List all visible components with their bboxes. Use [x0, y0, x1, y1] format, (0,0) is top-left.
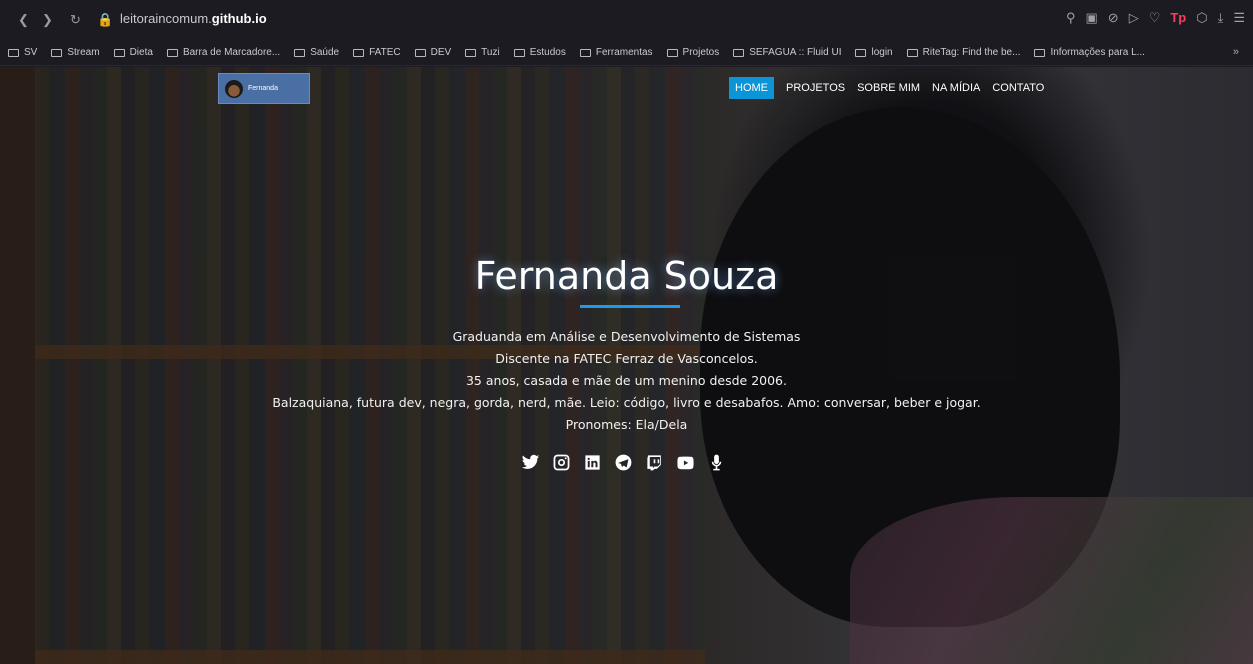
bio-text: Graduanda em Análise e Desenvolvimento d…	[0, 326, 1253, 436]
bookmark-label: Ferramentas	[595, 47, 653, 58]
bio-line: Pronomes: Ela/Dela	[565, 417, 688, 432]
bookmark-item[interactable]: Tuzi	[465, 47, 500, 58]
forward-icon[interactable]: ❯	[42, 12, 53, 28]
folder-icon	[513, 48, 525, 57]
instagram-icon[interactable]	[551, 452, 571, 472]
bookmarks-bar: SV Stream Dieta Barra de Marcadore... Saúde F…	[0, 40, 1253, 66]
folder-icon	[906, 48, 918, 57]
main-nav: HOME PROJETOS SOBRE MIM NA MÍDIA CONTATO	[729, 77, 1044, 99]
folder-icon	[414, 48, 426, 57]
bio-line: Graduanda em Análise e Desenvolvimento d…	[452, 329, 801, 344]
nav-link-contato[interactable]: CONTATO	[992, 78, 1044, 98]
block-icon[interactable]: ⊘	[1108, 10, 1119, 26]
folder-icon	[113, 48, 125, 57]
url-prefix: leitoraincomum.	[120, 11, 212, 26]
reload-icon[interactable]: ↻	[70, 12, 81, 28]
bookmark-label: DEV	[430, 47, 452, 58]
bookmark-label: Barra de Marcadore...	[182, 47, 281, 58]
nav-link-na-mídia[interactable]: NA MÍDIA	[932, 78, 980, 98]
bookmark-item[interactable]: login	[855, 47, 893, 58]
bookmark-item[interactable]: Barra de Marcadore...	[166, 47, 281, 58]
bookmark-item[interactable]: Saúde	[294, 47, 339, 58]
folder-icon	[51, 48, 63, 57]
twitter-icon[interactable]	[520, 452, 540, 472]
heart-icon[interactable]: ♡	[1149, 10, 1161, 26]
bookmark-label: Saúde	[310, 47, 340, 58]
folder-icon	[8, 48, 19, 57]
bookmark-item[interactable]: Dieta	[113, 47, 153, 58]
nav-link-home[interactable]: HOME	[729, 77, 774, 99]
bookmark-label: login	[871, 47, 893, 58]
send-icon[interactable]: ▷	[1129, 10, 1139, 26]
podcast-icon[interactable]	[706, 452, 726, 472]
twitch-icon[interactable]	[644, 452, 664, 472]
screenshot-icon[interactable]: ▣	[1085, 10, 1097, 26]
webpage: Fernanda HOME PROJETOS SOBRE MIM NA MÍDIA CO…	[0, 67, 1253, 664]
youtube-icon[interactable]	[675, 452, 695, 472]
avatar	[225, 79, 243, 98]
bookmark-label: FATEC	[369, 47, 401, 58]
bookmark-label: SV	[24, 47, 38, 58]
bio-line: Discente na FATEC Ferraz de Vasconcelos.	[495, 351, 758, 366]
bookmark-label: SEFAGUA :: Fluid UI	[749, 47, 842, 58]
folder-icon	[294, 48, 306, 57]
telegram-icon[interactable]	[613, 452, 633, 472]
social-links	[520, 452, 726, 472]
site-logo[interactable]: Fernanda	[218, 73, 310, 104]
address-bar[interactable]: leitoraincomum.github.io	[120, 11, 267, 26]
search-icon[interactable]: ⚲	[1066, 10, 1076, 26]
lock-icon: 🔒	[97, 12, 114, 27]
folder-icon	[353, 48, 365, 57]
folder-icon	[733, 48, 745, 57]
bookmark-item[interactable]: Stream	[51, 47, 100, 58]
title-divider	[580, 305, 680, 308]
bookmark-item[interactable]: SEFAGUA :: Fluid UI	[733, 47, 841, 58]
bookmark-item[interactable]: SV	[8, 47, 37, 58]
folder-icon	[1034, 48, 1046, 57]
page-title: Fernanda Souza	[474, 254, 779, 298]
bookmark-label: Stream	[67, 47, 100, 58]
folder-icon	[166, 48, 178, 57]
bookmark-label: Informações para L...	[1050, 47, 1145, 58]
bookmark-label: Dieta	[129, 47, 153, 58]
bookmarks-more-button[interactable]: »	[1233, 46, 1239, 58]
bookmark-item[interactable]: FATEC	[353, 47, 401, 58]
nav-link-sobre-mim[interactable]: SOBRE MIM	[857, 78, 920, 98]
bio-line: 35 anos, casada e mãe de um menino desde…	[465, 373, 787, 388]
folder-icon	[465, 48, 477, 57]
tp-extension-icon[interactable]: Tp	[1170, 10, 1186, 26]
bookmark-item[interactable]: Estudos	[513, 47, 566, 58]
bookmark-item[interactable]: Projetos	[666, 47, 720, 58]
bio-line: Balzaquiana, futura dev, negra, gorda, n…	[272, 395, 981, 410]
bookmark-item[interactable]: DEV	[414, 47, 452, 58]
bookmark-label: Estudos	[529, 47, 566, 58]
extensions-icon[interactable]: ⬡	[1196, 10, 1207, 26]
nav-link-projetos[interactable]: PROJETOS	[786, 78, 845, 98]
folder-icon	[855, 48, 867, 57]
bookmark-item[interactable]: Ferramentas	[579, 47, 653, 58]
bookmark-label: Projetos	[682, 47, 720, 58]
download-icon[interactable]: ⤓	[1218, 10, 1224, 26]
folder-icon	[579, 48, 591, 57]
logo-text: Fernanda	[248, 84, 278, 92]
linkedin-icon[interactable]	[582, 452, 602, 472]
bookmark-item[interactable]: Informações para L...	[1034, 47, 1145, 58]
toolbar-right-icons: ⚲ ▣ ⊘ ▷ ♡ Tp ⬡ ⤓ ☰	[1066, 10, 1245, 26]
menu-icon[interactable]: ☰	[1233, 10, 1245, 26]
bookmark-label: RiteTag: Find the be...	[922, 47, 1021, 58]
bookmark-item[interactable]: RiteTag: Find the be...	[906, 47, 1021, 58]
url-domain: github.io	[211, 11, 267, 26]
back-icon[interactable]: ❮	[18, 12, 29, 28]
bookmark-label: Tuzi	[481, 47, 500, 58]
folder-icon	[666, 48, 678, 57]
browser-toolbar: ❮ ❯ ↻ 🔒 leitoraincomum.github.io ⚲ ▣ ⊘ ▷…	[0, 0, 1253, 40]
